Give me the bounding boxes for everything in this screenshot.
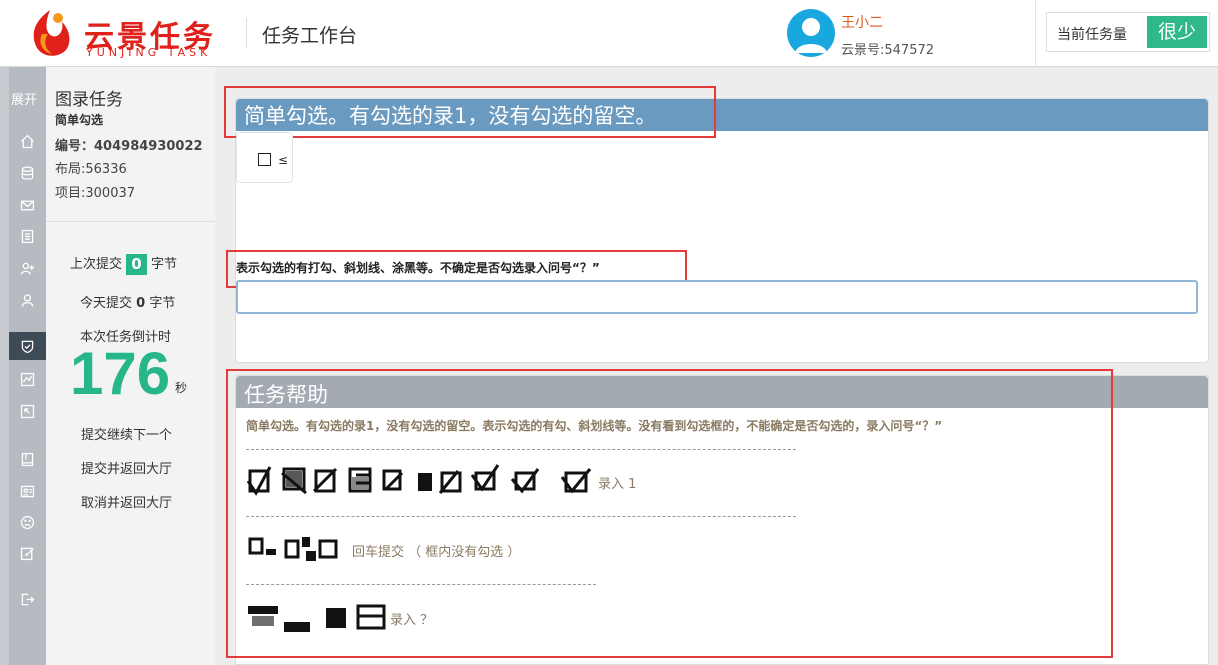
user-id: 云景号:547572 xyxy=(841,43,935,58)
book-icon[interactable] xyxy=(9,445,46,473)
help-description: 简单勾选。有勾选的录1，没有勾选的留空。表示勾选的有勾、斜划线等。没有看到勾选框… xyxy=(246,419,943,433)
task-number-label: 编号： xyxy=(55,139,95,154)
shield-check-icon[interactable] xyxy=(9,332,46,360)
today-submit-label: 今天提交 xyxy=(80,296,133,311)
submit-return-button[interactable]: 提交并返回大厅 xyxy=(81,458,172,477)
avatar[interactable] xyxy=(787,9,835,57)
example-uncertain-caption: 录入 ？ xyxy=(390,613,434,628)
today-submit-count: 0 xyxy=(136,296,146,311)
user-icon[interactable] xyxy=(9,286,46,314)
task-info-panel: 图录任务 简单勾选 编号：404984930022 布局:56336 项目:30… xyxy=(46,67,215,665)
submit-next-button[interactable]: 提交继续下一个 xyxy=(81,424,172,443)
home-icon[interactable] xyxy=(9,127,46,155)
sad-face-icon[interactable] xyxy=(9,508,46,536)
id-card-icon[interactable] xyxy=(9,477,46,505)
task-project: 项目:300037 xyxy=(55,186,136,201)
task-type-title: 图录任务 xyxy=(55,90,123,110)
today-submit-unit: 字节 xyxy=(149,296,176,311)
expand-button[interactable]: 展开 xyxy=(11,89,37,108)
logout-icon[interactable] xyxy=(9,585,46,613)
icon-sidebar: 展开 xyxy=(0,67,46,665)
user-avatar-icon xyxy=(795,18,827,53)
last-submit-count-badge: 0 xyxy=(126,254,148,275)
checked-samples-image xyxy=(246,464,592,496)
answer-input[interactable] xyxy=(236,280,1198,314)
yunjing-logo[interactable]: 云景任务 YUNJING TASK xyxy=(22,6,232,61)
edit-icon[interactable] xyxy=(9,539,46,567)
example-checked-caption: 录入 1 xyxy=(598,477,637,492)
task-number-value: 404984930022 xyxy=(94,139,203,154)
database-icon[interactable] xyxy=(9,159,46,187)
external-icon[interactable] xyxy=(9,397,46,425)
today-submit-stat: 今天提交 0 字节 xyxy=(80,292,175,311)
thumbnail-char: ≤ xyxy=(278,153,289,167)
document-icon[interactable] xyxy=(9,222,46,250)
cancel-return-button[interactable]: 取消并返回大厅 xyxy=(81,492,172,511)
flame-logo-icon xyxy=(33,10,70,56)
task-load-badge: 很少 xyxy=(1147,16,1207,48)
last-submit-stat: 上次提交 0 字节 xyxy=(70,253,177,275)
help-divider-3 xyxy=(246,584,596,585)
task-load-indicator: 当前任务量 很少 xyxy=(1046,12,1210,52)
help-divider-2 xyxy=(246,516,796,517)
page-title: 任务工作台 xyxy=(262,25,358,47)
info-divider xyxy=(46,221,215,222)
header-divider xyxy=(246,18,247,48)
task-layout: 布局:56336 xyxy=(55,162,127,177)
add-user-icon[interactable] xyxy=(9,254,46,282)
header-separator xyxy=(1035,0,1036,67)
last-submit-label: 上次提交 xyxy=(70,257,123,272)
top-header: 云景任务 YUNJING TASK 任务工作台 王小二 云景号:547572 当… xyxy=(0,0,1218,67)
checkbox-sample xyxy=(258,153,271,166)
countdown-unit: 秒 xyxy=(175,381,188,395)
mail-icon[interactable] xyxy=(9,191,46,219)
task-load-label: 当前任务量 xyxy=(1057,27,1127,43)
uncertain-samples-image xyxy=(248,604,386,632)
heading-highlight xyxy=(224,86,716,138)
example-unchecked-caption: 回车提交 （ 框内没有勾选 ） xyxy=(352,545,521,560)
user-name[interactable]: 王小二 xyxy=(841,12,883,32)
unchecked-samples-image xyxy=(248,537,338,561)
countdown-timer: 176 xyxy=(70,340,171,407)
task-subtype: 简单勾选 xyxy=(55,113,104,127)
logo-subtext: YUNJING TASK xyxy=(86,46,212,59)
last-submit-unit: 字节 xyxy=(151,257,178,272)
task-image-thumbnail[interactable]: ≤ xyxy=(236,132,293,183)
help-divider-1 xyxy=(246,449,796,450)
task-number: 编号：404984930022 xyxy=(55,135,203,154)
chart-icon[interactable] xyxy=(9,365,46,393)
